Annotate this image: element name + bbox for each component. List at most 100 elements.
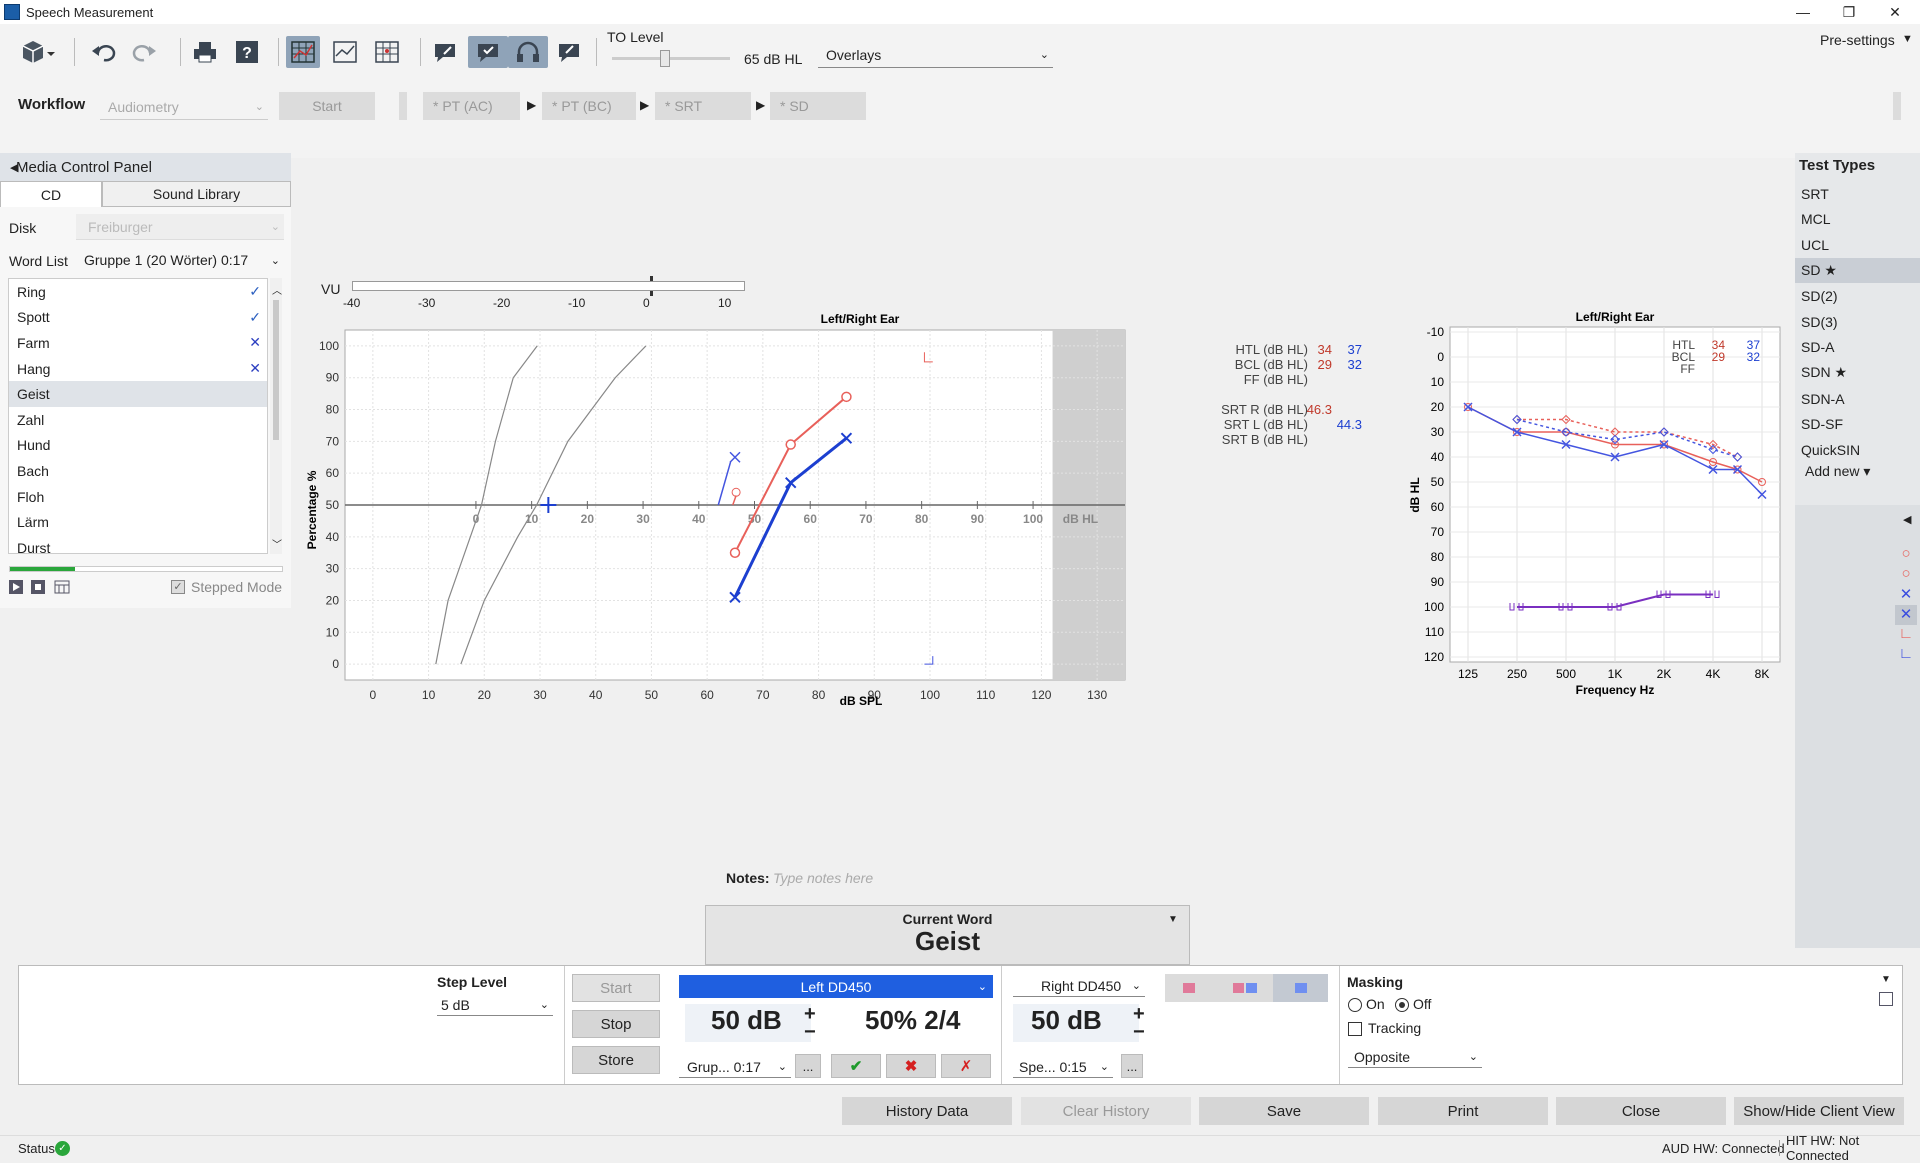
scroll-up-icon[interactable]: ︿ <box>272 282 282 297</box>
print-button[interactable]: Print <box>1378 1097 1548 1125</box>
response-button-1[interactable] <box>428 36 462 68</box>
test-type-item[interactable]: UCL <box>1795 232 1920 258</box>
restore-button[interactable]: ❐ <box>1826 0 1872 24</box>
word-list[interactable]: Ring ✓ Spott ✓ Farm ✕ Hang ✕ Geist Zahl Hund Bach Fl… <box>8 278 268 554</box>
grid-view-button[interactable] <box>370 36 404 68</box>
left-list-select[interactable]: Grup... 0:17 ⌄ <box>679 1056 791 1078</box>
show-hide-client-view-button[interactable]: Show/Hide Client View <box>1734 1097 1904 1125</box>
clear-history-button[interactable]: Clear History <box>1021 1097 1191 1125</box>
pure-tone-audiogram-chart[interactable]: 125 250 500 1K 2K 4K 8K -10 0 10 20 30 40 50 60 70 80 90 1… <box>1405 305 1785 705</box>
overlays-dropdown[interactable]: Overlays ⌄ <box>818 42 1053 68</box>
current-word-dropdown-icon[interactable]: ▼ <box>1168 914 1178 925</box>
right-channel-select[interactable]: Right DD450 ⌄ <box>1013 975 1145 997</box>
undo-button[interactable] <box>86 36 120 68</box>
no-response-button[interactable]: ✗ <box>941 1054 991 1078</box>
masking-on-radio[interactable] <box>1348 998 1362 1012</box>
test-type-item[interactable]: SDN ★ <box>1795 360 1920 386</box>
collapse-right-icon[interactable]: ◀ <box>1903 513 1911 526</box>
masking-off-radio[interactable] <box>1395 998 1409 1012</box>
word-list-item[interactable]: Floh <box>9 484 267 510</box>
workflow-step-pt-ac[interactable]: * PT (AC) <box>423 92 520 120</box>
binaural-mode-button[interactable] <box>1217 974 1273 1002</box>
workflow-select[interactable]: Audiometry ⌄ <box>100 94 268 120</box>
headphones-button[interactable] <box>508 36 548 68</box>
close-window-button[interactable]: ✕ <box>1872 0 1918 24</box>
legend-symbol-icon[interactable]: ∟ <box>1895 625 1917 645</box>
wordlist-select[interactable]: Gruppe 1 (20 Wörter) 0:17 ⌄ <box>76 247 284 273</box>
minimize-button[interactable]: — <box>1780 0 1826 24</box>
word-list-item[interactable]: Bach <box>9 458 267 484</box>
speech-audiogram-chart[interactable]: 0 10 20 30 40 50 60 70 80 90 100 110 120 130 0 10 20 30 40… <box>300 305 1400 710</box>
word-list-item[interactable]: Zahl <box>9 407 267 433</box>
add-new-test-type[interactable]: Add new ▾ <box>1805 463 1870 480</box>
detach-panel-icon[interactable] <box>1879 992 1893 1006</box>
word-list-scrollbar[interactable]: ︿ ﹀ <box>270 278 282 554</box>
word-list-item[interactable]: Hang ✕ <box>9 356 267 382</box>
right-level-decrease[interactable]: − <box>1133 1021 1145 1044</box>
right-list-more-button[interactable]: ... <box>1121 1054 1143 1078</box>
test-type-item[interactable]: SD-A <box>1795 335 1920 361</box>
tracking-checkbox[interactable] <box>1348 1022 1362 1036</box>
to-level-slider-thumb[interactable] <box>660 50 671 67</box>
legend-symbol-icon[interactable]: ✕ <box>1895 585 1917 605</box>
test-type-item[interactable]: QuickSIN <box>1795 437 1920 463</box>
legend-symbol-icon[interactable]: ✕ <box>1895 605 1917 625</box>
store-button[interactable]: Store <box>572 1046 660 1074</box>
tab-cd[interactable]: CD <box>0 181 102 207</box>
right-ear-mode-button[interactable] <box>1165 974 1217 1002</box>
incorrect-button[interactable]: ✖ <box>886 1054 936 1078</box>
workflow-start-button[interactable]: Start <box>279 92 375 120</box>
legend-symbol-icon[interactable]: ○ <box>1895 545 1917 565</box>
test-type-item[interactable]: SRT <box>1795 181 1920 207</box>
print-toolbar-button[interactable] <box>188 36 222 68</box>
test-type-item[interactable]: SD ★ <box>1795 257 1920 284</box>
workflow-step-srt[interactable]: * SRT <box>655 92 751 120</box>
chart-view-button[interactable] <box>328 36 362 68</box>
right-list-select[interactable]: Spe... 0:15 ⌄ <box>1013 1056 1113 1078</box>
word-list-item[interactable]: Lärm <box>9 509 267 535</box>
word-list-item[interactable]: Ring ✓ <box>9 279 267 305</box>
word-list-item[interactable]: Geist <box>9 381 267 407</box>
response-button-3[interactable] <box>552 36 586 68</box>
table-view-button[interactable] <box>286 36 320 68</box>
masking-opposite-select[interactable]: Opposite ⌄ <box>1348 1046 1482 1068</box>
word-list-item[interactable]: Spott ✓ <box>9 305 267 331</box>
start-button[interactable]: Start <box>572 974 660 1002</box>
disk-select[interactable]: Freiburger ⌄ <box>76 214 284 240</box>
correct-button[interactable]: ✔ <box>831 1054 881 1078</box>
workflow-step-sd[interactable]: * SD <box>770 92 866 120</box>
left-channel-select[interactable]: Left DD450 ⌄ <box>679 975 993 998</box>
test-type-item[interactable]: SDN-A <box>1795 386 1920 412</box>
test-type-item[interactable]: MCL <box>1795 207 1920 233</box>
history-data-button[interactable]: History Data <box>842 1097 1012 1125</box>
stop-button[interactable]: Stop <box>572 1010 660 1038</box>
test-types-list[interactable]: SRT MCL UCL SD ★ SD(2) SD(3) SD-A SDN ★ SDN-A SD-… <box>1795 181 1920 463</box>
notes-input[interactable]: Type notes here <box>773 870 873 886</box>
left-list-more-button[interactable]: ... <box>795 1054 821 1078</box>
step-level-select[interactable]: 5 dB ⌄ <box>437 994 553 1016</box>
modules-menu-button[interactable] <box>14 36 60 68</box>
response-button-2[interactable] <box>468 36 508 68</box>
masking-expand-icon[interactable]: ▼ <box>1881 974 1891 985</box>
left-ear-mode-button[interactable] <box>1273 974 1328 1002</box>
word-list-item[interactable]: Hund <box>9 433 267 459</box>
play-button[interactable] <box>9 580 23 594</box>
scrollbar-thumb[interactable] <box>273 300 279 440</box>
stop-media-button[interactable] <box>31 580 45 594</box>
close-button[interactable]: Close <box>1556 1097 1726 1125</box>
redo-button[interactable] <box>128 36 162 68</box>
legend-symbol-icon[interactable]: ∟ <box>1895 645 1917 665</box>
word-list-item[interactable]: Durst <box>9 535 267 553</box>
word-list-item[interactable]: Farm ✕ <box>9 330 267 356</box>
test-type-item[interactable]: SD(2) <box>1795 283 1920 309</box>
media-settings-button[interactable] <box>54 580 70 594</box>
legend-symbol-icon[interactable]: ○ <box>1895 565 1917 585</box>
save-button[interactable]: Save <box>1199 1097 1369 1125</box>
media-panel-header[interactable]: ◀ Media Control Panel <box>0 153 291 181</box>
test-type-item[interactable]: SD(3) <box>1795 309 1920 335</box>
stepped-mode-checkbox[interactable]: ✓ <box>171 580 185 594</box>
workflow-step-pt-bc[interactable]: * PT (BC) <box>542 92 636 120</box>
to-level-slider[interactable] <box>612 50 730 67</box>
tab-sound-library[interactable]: Sound Library <box>102 181 291 207</box>
help-button[interactable]: ? <box>230 36 264 68</box>
